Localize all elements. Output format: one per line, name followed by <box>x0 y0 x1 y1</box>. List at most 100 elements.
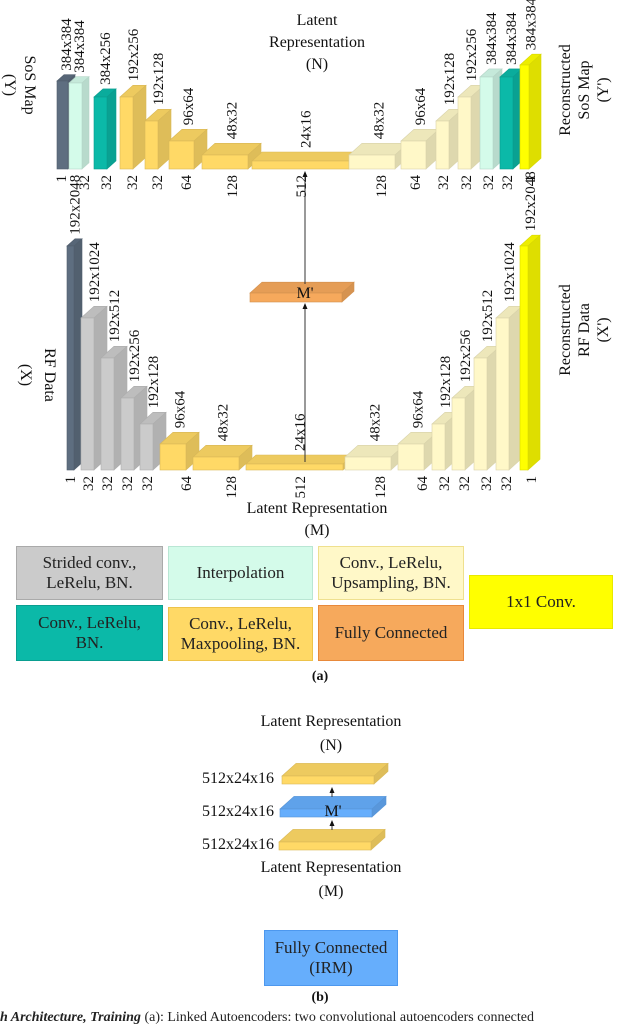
rf-data-label: RF Data <box>41 348 58 402</box>
rf-data-label: (X) <box>17 364 34 386</box>
legend-conv-bn: Conv., LeRelu, BN. <box>16 605 163 661</box>
caption-text: (a): Linked Autoencoders: two convolutio… <box>140 1010 534 1025</box>
block-front-face <box>400 140 427 170</box>
top-block-dim-label: 96x64 <box>181 87 197 125</box>
panel-b-latent-n-label: Latent Representation <box>261 713 402 730</box>
bottom-block-channel-label: 32 <box>479 476 495 491</box>
bottom-block-channel-label: 32 <box>100 476 116 491</box>
block-front-face <box>519 64 530 170</box>
arrow-head-icon <box>329 787 335 793</box>
top-block-dim-label: 192x128 <box>151 53 167 106</box>
block-front-face <box>100 357 115 471</box>
bottom-block-channel-label: 512 <box>293 476 309 499</box>
legend-fully-connected: Fully Connected <box>318 605 464 661</box>
bottom-block-14 <box>519 234 541 471</box>
bottom-block-dim-label: 192x512 <box>107 290 123 343</box>
block-side-face <box>528 53 542 170</box>
top-block-1 <box>68 76 90 170</box>
block-front-face <box>119 96 134 170</box>
top-block-channel-label: 512 <box>294 175 310 198</box>
top-block-dim-label: 24x16 <box>299 110 315 148</box>
top-block-13 <box>499 68 523 170</box>
top-block-channel-label: 64 <box>179 175 195 191</box>
top-block-channel-label: 32 <box>500 175 516 190</box>
top-block-dim-label: 48x32 <box>225 102 241 140</box>
bottom-block-9 <box>397 431 438 471</box>
top-block-channel-label: 128 <box>374 175 390 198</box>
top-block-channel-label: 32 <box>459 175 475 190</box>
bottom-block-dim-label: 96x64 <box>411 390 427 428</box>
bottom-block-channel-label: 1 <box>63 476 79 484</box>
block-side-face <box>81 76 90 170</box>
bottom-block-channel-label: 64 <box>179 476 195 492</box>
block-front-face <box>93 96 108 170</box>
block-front-face <box>144 120 159 170</box>
bottom-block-dim-label: 192x2048 <box>523 171 539 231</box>
block-front-face <box>519 245 529 471</box>
mapping-label: M' <box>296 285 313 302</box>
arrow-head-icon <box>302 171 308 177</box>
bottom-block-dim-label: 192x256 <box>127 329 143 382</box>
block-front-face <box>192 456 240 471</box>
top-block-4 <box>144 108 172 170</box>
block-top-face <box>245 454 354 465</box>
block-top-face <box>278 829 386 843</box>
top-block-dim-label: 192x128 <box>442 53 458 106</box>
block-front-face <box>201 154 249 170</box>
block-front-face <box>431 423 446 471</box>
latent-representation-n-label: Latent <box>297 12 338 29</box>
bottom-block-channel-label: 32 <box>437 476 453 491</box>
top-block-dim-label: 384x384 <box>484 12 500 65</box>
block-front-face <box>479 76 494 170</box>
block-front-face <box>348 154 396 170</box>
reconstructed-rf-data-label: RF Data <box>576 303 593 357</box>
block-top-face <box>281 763 389 777</box>
panel-b-layer-dim-label: 512x24x16 <box>202 836 274 853</box>
subfigure-label-a: (a) <box>311 669 329 684</box>
panel-b-mapping-label: M' <box>324 803 341 820</box>
bottom-block-dim-label: 192x256 <box>458 329 474 382</box>
top-block-3 <box>119 84 147 170</box>
block-front-face <box>499 76 514 170</box>
bottom-block-dim-label: 192x1024 <box>502 242 518 303</box>
block-front-face <box>473 357 488 471</box>
bottom-block-channel-label: 64 <box>415 476 431 492</box>
legend-upsampling: Conv., LeRelu, Upsampling, BN. <box>318 546 464 600</box>
panel-b-arrow-lower <box>329 820 335 830</box>
bottom-block-dim-label: 48x32 <box>216 404 232 442</box>
subfigure-label-b: (b) <box>311 990 329 1005</box>
top-block-channel-label: 32 <box>125 175 141 190</box>
top-block-channel-label: 32 <box>481 175 497 190</box>
bottom-block-dim-label: 192x2048 <box>68 175 84 235</box>
block-front-face <box>278 841 372 851</box>
top-block-5 <box>168 128 208 170</box>
block-front-face <box>168 140 195 170</box>
panel-b-diagram: Latent Representation (N) Latent Represent… <box>202 713 401 900</box>
legend-strided-conv: Strided conv., LeRelu, BN. <box>16 546 163 600</box>
architecture-diagram: 384x384 1 384x384 32 384x256 32 192x256 32 192x1… <box>1 0 612 900</box>
legend-1x1-conv: 1x1 Conv. <box>469 575 613 629</box>
top-block-dim-label: 192x256 <box>126 28 142 81</box>
legend-irm: Fully Connected (IRM) <box>264 930 398 986</box>
block-front-face <box>397 443 425 471</box>
block-top-face <box>251 151 360 162</box>
reconstructed-sos-map-label: SoS Map <box>576 60 593 119</box>
bottom-block-channel-label: 128 <box>373 476 389 499</box>
block-front-face <box>281 775 375 785</box>
block-front-face <box>80 317 95 471</box>
latent-representation-n-label: Representation <box>269 34 365 51</box>
block-front-face <box>457 96 472 170</box>
reconstructed-sos-map-label: Reconstructed <box>557 44 574 136</box>
latent-representation-m-label: (M) <box>305 522 330 539</box>
latent-representation-m-label: Latent Representation <box>247 500 388 517</box>
bottom-block-dim-label: 48x32 <box>368 404 384 442</box>
bottom-block-7 <box>245 454 354 471</box>
sos-map-label: SoS Map <box>21 55 38 114</box>
top-block-channel-label: 32 <box>150 175 166 190</box>
block-front-face <box>451 397 466 471</box>
block-front-face <box>159 443 187 471</box>
top-block-dim-label: 48x32 <box>372 102 388 140</box>
bottom-block-channel-label: 32 <box>81 476 97 491</box>
panel-b-layer-dim-label: 512x24x16 <box>202 770 274 787</box>
bottom-block-13 <box>495 305 523 471</box>
